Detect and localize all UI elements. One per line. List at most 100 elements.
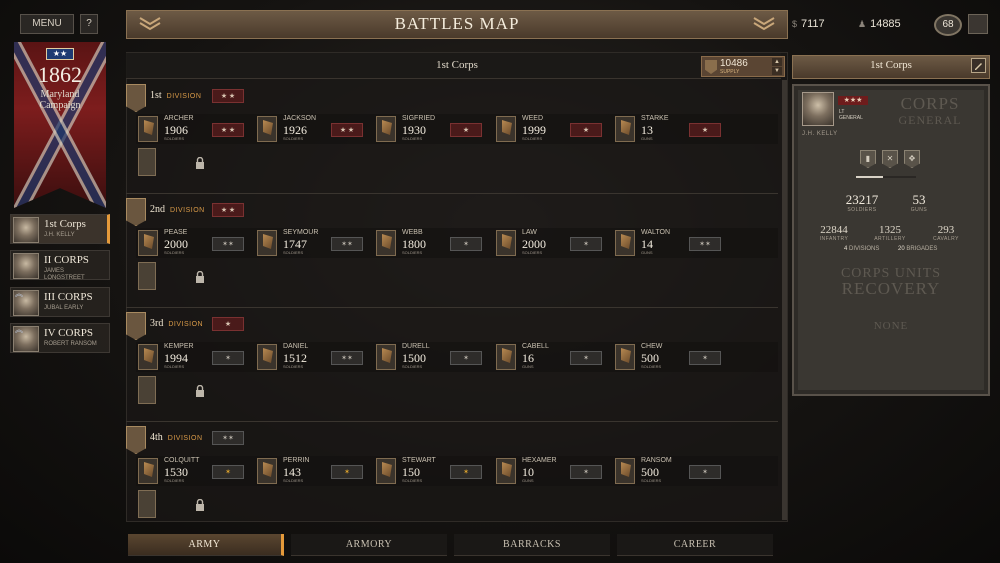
- supply-up-button[interactable]: ▲: [772, 58, 782, 66]
- brigade-rank-badge: ✶: [570, 465, 602, 479]
- empty-brigade-slot[interactable]: [138, 376, 156, 404]
- brigade-card[interactable]: ARCHER 1906 SOLDIERS ★ ★: [138, 114, 254, 142]
- division-rank-badge: ★ ★: [212, 203, 244, 217]
- brigade-unit: SOLDIERS: [402, 364, 423, 369]
- tab-career[interactable]: CAREER: [617, 534, 773, 556]
- brigade-rank-badge: ★ ★: [212, 123, 244, 137]
- brigade-card[interactable]: WALTON 14 GUNS ✶✶: [615, 228, 731, 256]
- brigade-unit: SOLDIERS: [522, 250, 543, 255]
- experience-bar: [856, 176, 916, 178]
- division-flag-icon[interactable]: [126, 312, 146, 340]
- banner-stars-icon: ★★: [46, 48, 74, 60]
- brigade-card[interactable]: COLQUITT 1530 SOLDIERS ✶: [138, 456, 254, 484]
- brigade-rank-badge: ★: [570, 123, 602, 137]
- brigade-card[interactable]: SEYMOUR 1747 SOLDIERS ✶✶: [257, 228, 373, 256]
- brigade-card[interactable]: CHEW 500 SOLDIERS ✶: [615, 342, 731, 370]
- brigade-card[interactable]: WEED 1999 SOLDIERS ★: [496, 114, 612, 142]
- division-flag-icon[interactable]: [126, 426, 146, 454]
- brigade-card[interactable]: PEASE 2000 SOLDIERS ✶✶: [138, 228, 254, 256]
- sidebar-corps-item[interactable]: ︽ III CORPS JUBAL EARLY: [10, 287, 110, 317]
- brigade-card[interactable]: HEXAMER 10 GUNS ✶: [496, 456, 612, 484]
- brigade-unit: GUNS: [522, 364, 534, 369]
- general-portrait[interactable]: [802, 92, 834, 126]
- division-flag-icon[interactable]: [126, 198, 146, 226]
- brigade-rank-badge: ✶✶: [689, 237, 721, 251]
- brigade-unit: SOLDIERS: [164, 250, 185, 255]
- brigade-name: JACKSON: [283, 115, 317, 122]
- brigade-flag-icon: [615, 344, 635, 370]
- brigade-card[interactable]: PERRIN 143 SOLDIERS ✶: [257, 456, 373, 484]
- general-portrait: [13, 217, 39, 243]
- brigade-card[interactable]: LAW 2000 SOLDIERS ✶: [496, 228, 612, 256]
- division-flag-icon[interactable]: [126, 84, 146, 112]
- empty-brigade-slot[interactable]: [138, 148, 156, 176]
- brigade-card[interactable]: WEBB 1800 SOLDIERS ✶: [376, 228, 492, 256]
- brigade-card[interactable]: STEWART 150 SOLDIERS ✶: [376, 456, 492, 484]
- sidebar-corps-item[interactable]: ︽ IV CORPS ROBERT RANSOM: [10, 323, 110, 353]
- page-title: BATTLES MAP: [394, 14, 520, 33]
- division-label: 3rd DIVISION: [150, 318, 203, 329]
- brigade-rank-badge: ★: [689, 123, 721, 137]
- brigade-unit: SOLDIERS: [402, 478, 423, 483]
- brigade-rank-badge: ✶: [450, 237, 482, 251]
- sidebar-corps-item[interactable]: 1st Corps J.H. KELLY: [10, 214, 110, 244]
- brigade-name: WEBB: [402, 229, 423, 236]
- tab-army[interactable]: ARMY: [128, 534, 284, 556]
- level-badge[interactable]: 68: [934, 14, 962, 36]
- brigade-name: DURELL: [402, 343, 430, 350]
- brigade-card[interactable]: RANSOM 500 SOLDIERS ✶: [615, 456, 731, 484]
- cavalry-label: CAVALRY: [932, 236, 959, 242]
- brigade-rank-badge: ✶✶: [331, 351, 363, 365]
- brigade-rank-badge: ✶: [689, 465, 721, 479]
- brigade-card[interactable]: CABELL 16 GUNS ✶: [496, 342, 612, 370]
- rank-chevron-icon: ︽: [15, 325, 23, 334]
- corps-title: 1st Corps: [436, 59, 478, 71]
- brigade-name: SEYMOUR: [283, 229, 319, 236]
- brigade-flag-icon: [138, 230, 158, 256]
- headquarters-icon[interactable]: [968, 14, 988, 34]
- division-name: 1st: [150, 90, 162, 101]
- brigade-rank-badge: ★ ★: [331, 123, 363, 137]
- brigade-flag-icon: [376, 230, 396, 256]
- supply-down-button[interactable]: ▼: [772, 67, 782, 75]
- empty-brigade-slot[interactable]: [138, 490, 156, 518]
- corps-name: III CORPS: [44, 291, 93, 303]
- brigade-card[interactable]: DANIEL 1512 SOLDIERS ✶✶: [257, 342, 373, 370]
- corps-name: II CORPS: [44, 254, 89, 266]
- general-name: J.H. KELLY: [802, 131, 838, 137]
- brigade-card[interactable]: DURELL 1500 SOLDIERS ✶: [376, 342, 492, 370]
- brigade-rank-badge: ✶: [331, 465, 363, 479]
- soldiers-total: 23217: [845, 192, 879, 207]
- brigade-rank-badge: ✶✶: [331, 237, 363, 251]
- brigade-unit: SOLDIERS: [641, 478, 662, 483]
- brigade-unit: SOLDIERS: [164, 136, 185, 141]
- brigade-name: HEXAMER: [522, 457, 557, 464]
- tab-armory[interactable]: ARMORY: [291, 534, 447, 556]
- brigade-card[interactable]: KEMPER 1994 SOLDIERS ✶: [138, 342, 254, 370]
- brigade-flag-icon: [615, 230, 635, 256]
- empty-brigade-slot[interactable]: [138, 262, 156, 290]
- corps-general: J.H. KELLY: [44, 232, 75, 238]
- division-label: 1st DIVISION: [150, 90, 201, 101]
- division-word: DIVISION: [166, 93, 202, 100]
- menu-button[interactable]: MENU: [20, 14, 74, 34]
- sidebar-corps-item[interactable]: II CORPS JAMES LONGSTREET: [10, 250, 110, 281]
- brigade-card[interactable]: SIGFRIED 1930 SOLDIERS ★: [376, 114, 492, 142]
- tab-barracks[interactable]: BARRACKS: [454, 534, 610, 556]
- division-label: 4th DIVISION: [150, 432, 203, 443]
- edit-icon[interactable]: [971, 58, 986, 73]
- brigade-name: CABELL: [522, 343, 549, 350]
- brigade-card[interactable]: STARKE 13 GUNS ★: [615, 114, 731, 142]
- brigade-card[interactable]: JACKSON 1926 SOLDIERS ★ ★: [257, 114, 373, 142]
- scrollbar[interactable]: [782, 80, 787, 520]
- scrollbar-thumb[interactable]: [782, 80, 787, 520]
- brigade-rank-badge: ★: [450, 123, 482, 137]
- brigade-unit: SOLDIERS: [164, 364, 185, 369]
- help-button[interactable]: ?: [80, 14, 98, 34]
- brigade-flag-icon: [257, 344, 277, 370]
- corps-name: IV CORPS: [44, 327, 94, 339]
- brigade-name: WALTON: [641, 229, 671, 236]
- division-word: DIVISION: [167, 435, 203, 442]
- chevron-down-icon[interactable]: [752, 15, 776, 31]
- brigade-name: STARKE: [641, 115, 669, 122]
